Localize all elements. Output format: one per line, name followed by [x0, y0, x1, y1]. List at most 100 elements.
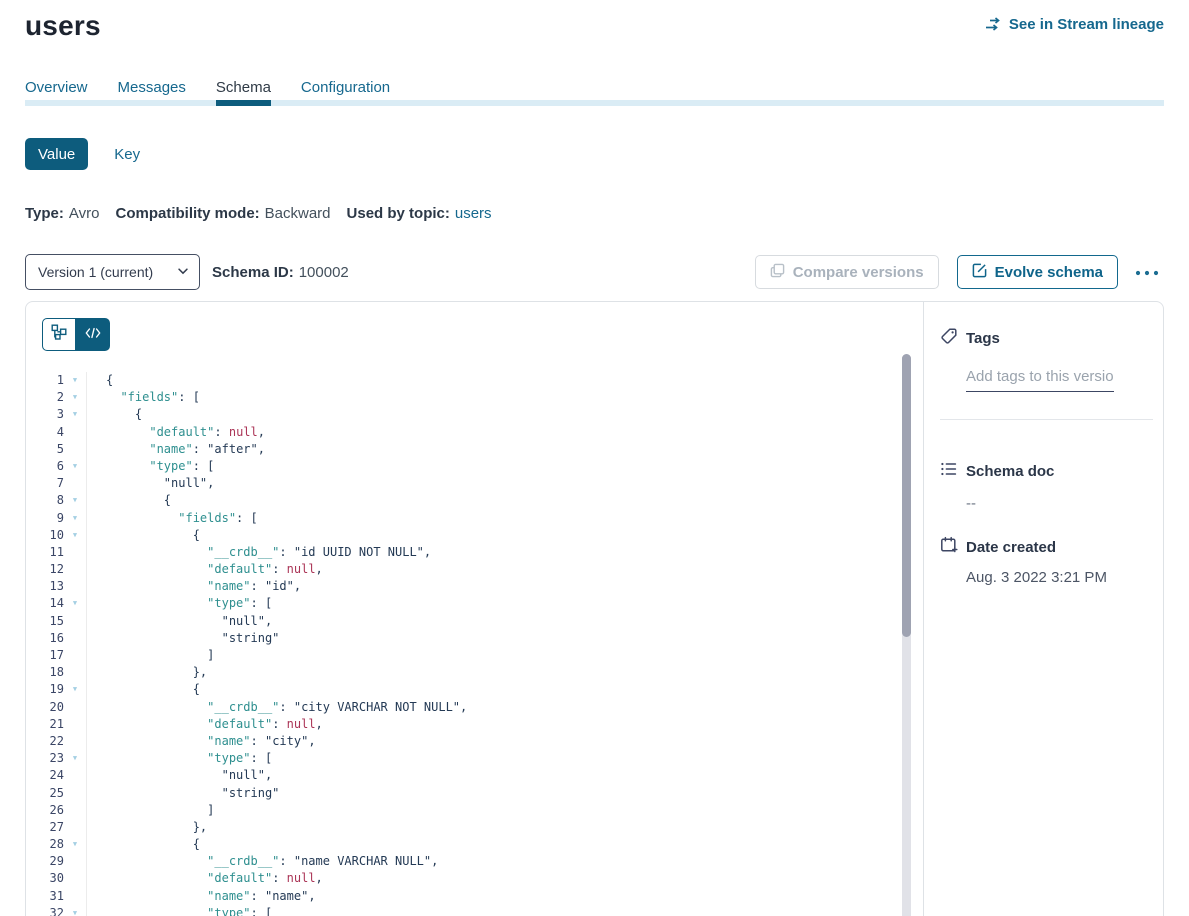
fold-spacer [64, 441, 86, 458]
fold-spacer [64, 767, 86, 784]
code-text: "fields": [ [86, 510, 258, 527]
see-in-stream-lineage-link[interactable]: See in Stream lineage [985, 16, 1164, 33]
fold-toggle-icon[interactable]: ▼ [64, 681, 86, 698]
fold-spacer [64, 870, 86, 887]
code-line: 15 "null", [26, 613, 923, 630]
key-tab-button[interactable]: Key [114, 146, 140, 163]
fold-spacer [64, 561, 86, 578]
page-header: users See in Stream lineage [25, 0, 1164, 42]
line-number: 19 [26, 681, 64, 698]
fold-toggle-icon[interactable]: ▼ [64, 750, 86, 767]
fold-spacer [64, 424, 86, 441]
line-number: 20 [26, 699, 64, 716]
fold-toggle-icon[interactable]: ▼ [64, 492, 86, 509]
schema-doc-heading: Schema doc [940, 460, 1163, 483]
fold-toggle-icon[interactable]: ▼ [64, 510, 86, 527]
code-text: { [86, 527, 200, 544]
code-text: "default": null, [86, 716, 323, 733]
tab-schema[interactable]: Schema [216, 79, 271, 100]
code-scrollbar-thumb[interactable] [902, 354, 911, 637]
line-number: 16 [26, 630, 64, 647]
code-line: 3▼ { [26, 406, 923, 423]
code-scrollbar-track[interactable] [902, 354, 911, 916]
code-text: "default": null, [86, 870, 323, 887]
schema-id-label: Schema ID: [212, 264, 294, 281]
fold-toggle-icon[interactable]: ▼ [64, 595, 86, 612]
line-number: 29 [26, 853, 64, 870]
line-number: 3 [26, 406, 64, 423]
fold-toggle-icon[interactable]: ▼ [64, 406, 86, 423]
fold-spacer [64, 544, 86, 561]
line-number: 14 [26, 595, 64, 612]
code-text: "default": null, [86, 561, 323, 578]
code-line: 9▼ "fields": [ [26, 510, 923, 527]
version-select[interactable]: Version 1 (current) [25, 254, 200, 290]
fold-toggle-icon[interactable]: ▼ [64, 905, 86, 916]
line-number: 26 [26, 802, 64, 819]
fold-toggle-icon[interactable]: ▼ [64, 389, 86, 406]
code-line: 25 "string" [26, 785, 923, 802]
code-text: "type": [ [86, 458, 214, 475]
tab-overview[interactable]: Overview [25, 79, 88, 100]
schema-doc-section: Schema doc -- [924, 460, 1163, 512]
schema-code-pane: 1▼{2▼ "fields": [3▼ {4 "default": null,5… [26, 302, 923, 916]
fold-spacer [64, 853, 86, 870]
code-line: 28▼ { [26, 836, 923, 853]
code-line: 16 "string" [26, 630, 923, 647]
version-toolbar: Version 1 (current) Schema ID: 100002 Co… [25, 254, 1164, 290]
meta-used-by-topic: Used by topic:users [347, 205, 492, 222]
code-text: { [86, 372, 113, 389]
tags-heading: Tags [940, 327, 1163, 350]
line-number: 1 [26, 372, 64, 389]
code-line: 23▼ "type": [ [26, 750, 923, 767]
fold-spacer [64, 785, 86, 802]
code-text: "type": [ [86, 905, 272, 916]
line-number: 28 [26, 836, 64, 853]
tab-messages[interactable]: Messages [118, 79, 186, 100]
line-number: 9 [26, 510, 64, 527]
compare-versions-button[interactable]: Compare versions [755, 255, 939, 289]
meta-compatibility-mode: Compatibility mode:Backward [115, 205, 330, 222]
topic-link[interactable]: users [455, 205, 492, 222]
calendar-icon [940, 536, 958, 559]
code-line: 2▼ "fields": [ [26, 389, 923, 406]
fold-spacer [64, 819, 86, 836]
code-line: 10▼ { [26, 527, 923, 544]
date-created-heading: Date created [940, 536, 1163, 559]
fold-toggle-icon[interactable]: ▼ [64, 836, 86, 853]
code-text: "name": "city", [86, 733, 316, 750]
code-line: 22 "name": "city", [26, 733, 923, 750]
value-tab-button[interactable]: Value [25, 138, 88, 170]
code-line: 1▼{ [26, 372, 923, 389]
tree-view-button[interactable] [42, 318, 76, 351]
fold-toggle-icon[interactable]: ▼ [64, 372, 86, 389]
schema-doc-title: Schema doc [966, 463, 1054, 480]
schema-id: Schema ID: 100002 [212, 264, 349, 281]
code-text: "__crdb__": "name VARCHAR NULL", [86, 853, 438, 870]
line-number: 13 [26, 578, 64, 595]
sidebar-divider [940, 419, 1153, 420]
more-options-button[interactable] [1130, 261, 1164, 284]
stream-lineage-label: See in Stream lineage [1009, 16, 1164, 33]
schema-meta-row: Type:AvroCompatibility mode:BackwardUsed… [25, 205, 1164, 222]
code-text: "default": null, [86, 424, 265, 441]
evolve-schema-button[interactable]: Evolve schema [957, 255, 1118, 289]
version-select-wrap: Version 1 (current) [25, 254, 200, 290]
schema-id-value: 100002 [299, 264, 349, 281]
line-number: 21 [26, 716, 64, 733]
code-text: "__crdb__": "id UUID NOT NULL", [86, 544, 431, 561]
tags-title: Tags [966, 330, 1000, 347]
fold-toggle-icon[interactable]: ▼ [64, 527, 86, 544]
code-line: 21 "default": null, [26, 716, 923, 733]
code-text: }, [86, 664, 207, 681]
code-text: "type": [ [86, 750, 272, 767]
code-text: "string" [86, 785, 279, 802]
fold-toggle-icon[interactable]: ▼ [64, 458, 86, 475]
code-line: 30 "default": null, [26, 870, 923, 887]
code-view-button[interactable] [76, 318, 110, 351]
code-text: { [86, 492, 171, 509]
meta-value: Avro [69, 205, 100, 222]
tab-configuration[interactable]: Configuration [301, 79, 390, 100]
add-tags-input[interactable] [966, 368, 1114, 392]
code-line: 11 "__crdb__": "id UUID NOT NULL", [26, 544, 923, 561]
